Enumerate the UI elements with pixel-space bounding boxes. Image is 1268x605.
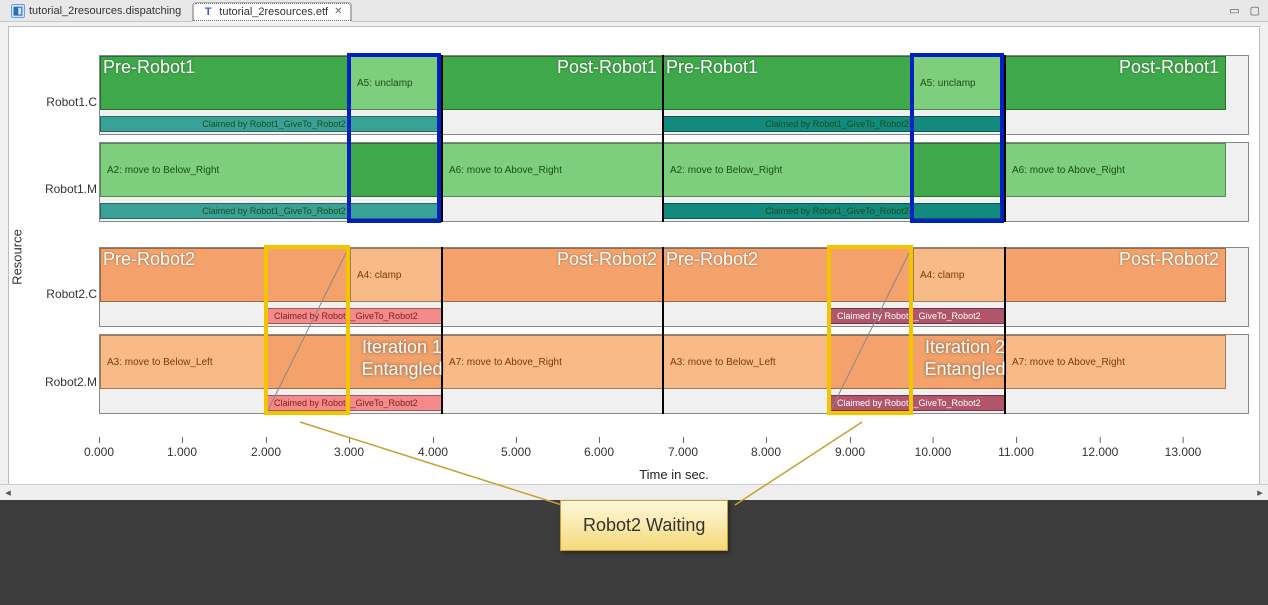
claim-bar[interactable]: Claimed by Robot1_GiveTo_Robot2 [830,308,1005,324]
task-bar[interactable]: A7: move to Above_Right [442,335,663,389]
gantt-body[interactable]: A5: unclamp A5: unclamp Claimed by Robot… [99,37,1249,437]
x-tick: 3.000 [334,445,364,459]
tab-label: tutorial_2resources.dispatching [29,5,181,17]
phase-label: Post-Robot2 [1119,249,1219,270]
x-axis-label: Time in sec. [639,467,709,482]
row-label: Robot1.M [39,182,97,196]
x-tick: 13.000 [1165,445,1202,459]
gantt-chart: Resource Robot1.C Robot1.M Robot2.C Robo… [8,26,1260,488]
phase-divider [662,55,664,222]
claim-bar[interactable]: Claimed by Robot1_GiveTo_Robot2 [267,308,442,324]
x-tick: 1.000 [167,445,197,459]
maximize-icon[interactable]: ▢ [1250,4,1260,17]
phase-label: Pre-Robot2 [666,249,758,270]
task-bar[interactable] [913,143,1005,197]
x-tick: 2.000 [251,445,281,459]
scroll-track[interactable] [16,485,1252,500]
x-tick: 7.000 [668,445,698,459]
row-robot2m: A3: move to Below_Left A7: move to Above… [99,334,1249,414]
phase-label: Post-Robot2 [557,249,657,270]
task-bar[interactable]: A5: unclamp [913,56,1005,110]
claim-bar[interactable]: Claimed by Robot1_GiveTo_Robot2 [663,116,1005,132]
task-bar[interactable]: A7: move to Above_Right [1005,335,1226,389]
task-bar[interactable]: A3: move to Below_Left [100,335,267,389]
task-bar[interactable]: A2: move to Below_Right [100,143,350,197]
x-tick: 9.000 [835,445,865,459]
task-bar[interactable]: A4: clamp [913,248,1005,302]
phase-divider [1004,55,1006,222]
scroll-left-icon[interactable]: ◂ [0,485,16,501]
tab-label: tutorial_2resources.etf [219,6,328,18]
claim-bar[interactable]: Claimed by Robot1_GiveTo_Robot2 [100,203,442,219]
editor-pane: ◧ tutorial_2resources.dispatching T tuto… [0,0,1268,500]
task-bar[interactable]: A5: unclamp [350,56,442,110]
x-tick: 5.000 [501,445,531,459]
scroll-right-icon[interactable]: ▸ [1252,485,1268,501]
phase-divider [441,247,443,414]
row-robot1m: A2: move to Below_Right A6: move to Abov… [99,142,1249,222]
x-tick: 8.000 [751,445,781,459]
phase-label: Pre-Robot1 [103,57,195,78]
task-bar[interactable]: A4: clamp [350,248,442,302]
claim-bar[interactable]: Claimed by Robot1_GiveTo_Robot2 [830,395,1005,411]
phase-label: Post-Robot1 [1119,57,1219,78]
phase-label: Post-Robot1 [557,57,657,78]
t-file-icon: T [201,5,215,19]
x-tick: 11.000 [998,445,1034,459]
phase-divider [441,55,443,222]
phase-label: Pre-Robot2 [103,249,195,270]
minimize-icon[interactable]: ▭ [1229,4,1239,17]
row-label: Robot2.C [39,287,97,301]
phase-label: Pre-Robot1 [666,57,758,78]
task-bar[interactable]: A2: move to Below_Right [663,143,913,197]
x-tick: 0.000 [84,445,114,459]
x-axis: 0.000 1.000 2.000 3.000 4.000 5.000 6.00… [99,445,1249,485]
phase-divider [662,247,664,414]
file-icon: ◧ [11,4,25,18]
claim-bar[interactable]: Claimed by Robot1_GiveTo_Robot2 [267,395,442,411]
claim-bar[interactable]: Claimed by Robot1_GiveTo_Robot2 [663,203,1005,219]
close-icon[interactable]: ✕ [334,6,342,17]
callout-text: Robot2 Waiting [583,515,705,535]
task-bar[interactable]: A6: move to Above_Right [442,143,663,197]
task-bar[interactable]: A6: move to Above_Right [1005,143,1226,197]
x-tick: 10.000 [915,445,952,459]
row-label: Robot2.M [39,375,97,389]
y-axis-label: Resource [10,229,25,285]
x-tick: 12.000 [1082,445,1119,459]
claim-bar[interactable]: Claimed by Robot1_GiveTo_Robot2 [100,116,442,132]
editor-tabbar: ◧ tutorial_2resources.dispatching T tuto… [0,0,1268,22]
callout-robot2-waiting: Robot2 Waiting [560,500,728,551]
horizontal-scrollbar[interactable]: ◂ ▸ [0,484,1268,500]
tab-dispatching[interactable]: ◧ tutorial_2resources.dispatching [2,1,190,21]
tab-etf[interactable]: T tutorial_2resources.etf ✕ [192,2,351,22]
entangled-label: Iteration 1 Entangled [352,337,452,380]
x-tick: 6.000 [584,445,614,459]
task-bar[interactable] [350,143,442,197]
phase-divider [1004,247,1006,414]
view-controls: ▭ ▢ [1229,4,1266,17]
entangled-label: Iteration 2 Entangled [915,337,1015,380]
x-tick: 4.000 [418,445,448,459]
task-bar[interactable]: A3: move to Below_Left [663,335,830,389]
row-label: Robot1.C [39,95,97,109]
